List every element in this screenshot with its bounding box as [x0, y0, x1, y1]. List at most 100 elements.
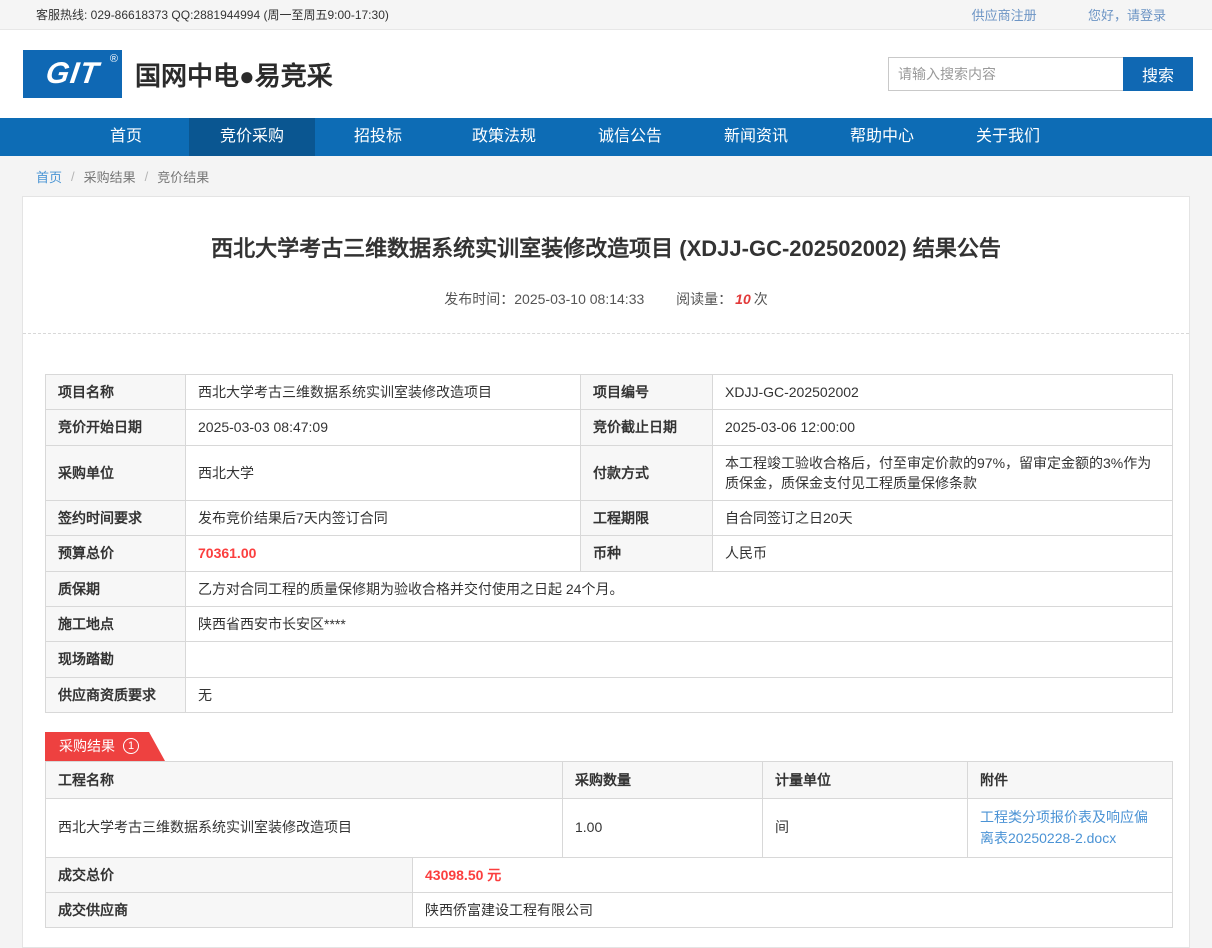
project-duration-label: 工程期限 [581, 501, 713, 536]
table-row: 竞价开始日期 2025-03-03 08:47:09 竞价截止日期 2025-0… [46, 410, 1173, 445]
view-count-label: 阅读量： [676, 291, 732, 307]
logo-text: GIT [44, 57, 102, 91]
table-row: 供应商资质要求 无 [46, 677, 1173, 712]
table-row: 施工地点 陕西省西安市长安区**** [46, 607, 1173, 642]
page-title: 西北大学考古三维数据系统实训室装修改造项目 (XDJJ-GC-202502002… [83, 231, 1129, 263]
git-logo-icon: GIT ® [23, 50, 122, 98]
construction-site-value: 陕西省西安市长安区**** [186, 607, 1173, 642]
breadcrumb: 首页 / 采购结果 / 竞价结果 [0, 156, 1212, 196]
breadcrumb-separator: / [71, 169, 75, 184]
currency-label: 币种 [581, 536, 713, 571]
result-unit: 间 [763, 798, 968, 857]
result-count-badge: 1 [123, 738, 139, 754]
bid-start-label: 竞价开始日期 [46, 410, 186, 445]
table-row: 项目名称 西北大学考古三维数据系统实训室装修改造项目 项目编号 XDJJ-GC-… [46, 375, 1173, 410]
search-bar: 搜索 [888, 57, 1193, 91]
site-header: GIT ® 国网中电●易竞采 搜索 [0, 30, 1212, 118]
site-logo[interactable]: GIT ® 国网中电●易竞采 [23, 50, 333, 98]
nav-item-home[interactable]: 首页 [63, 118, 189, 156]
signing-time-label: 签约时间要求 [46, 501, 186, 536]
view-count: 阅读量：10次 [676, 291, 768, 307]
project-details-table: 项目名称 西北大学考古三维数据系统实训室装修改造项目 项目编号 XDJJ-GC-… [45, 374, 1173, 713]
nav-item-about-us[interactable]: 关于我们 [945, 118, 1071, 156]
purchaser-value: 西北大学 [186, 445, 581, 501]
attachment-link[interactable]: 工程类分项报价表及响应偏离表20250228-2.docx [980, 809, 1148, 846]
result-section-header: 采购结果 1 [45, 732, 1189, 761]
warranty-period-value: 乙方对合同工程的质量保修期为验收合格并交付使用之日起 24个月。 [186, 571, 1173, 606]
purchaser-label: 采购单位 [46, 445, 186, 501]
col-header-project-name: 工程名称 [46, 761, 563, 798]
col-header-attachment: 附件 [968, 761, 1173, 798]
nav-item-tendering[interactable]: 招投标 [315, 118, 441, 156]
project-name-label: 项目名称 [46, 375, 186, 410]
table-row: 成交总价 43098.50 元 [46, 857, 1173, 892]
nav-item-bidding-purchase[interactable]: 竞价采购 [189, 118, 315, 156]
registered-mark-icon: ® [110, 53, 118, 65]
col-header-unit: 计量单位 [763, 761, 968, 798]
breadcrumb-home[interactable]: 首页 [36, 167, 62, 186]
construction-site-label: 施工地点 [46, 607, 186, 642]
supplier-qualification-value: 无 [186, 677, 1173, 712]
nav-item-integrity-notices[interactable]: 诚信公告 [567, 118, 693, 156]
hotline-text: 客服热线: 029-86618373 QQ:2881944994 (周一至周五9… [36, 6, 389, 23]
signing-time-value: 发布竞价结果后7天内签订合同 [186, 501, 581, 536]
nav-item-help-center[interactable]: 帮助中心 [819, 118, 945, 156]
article-meta: 发布时间：2025-03-10 08:14:33 阅读量：10次 [23, 289, 1189, 309]
brand-title: 国网中电●易竞采 [135, 56, 333, 93]
table-row: 采购单位 西北大学 付款方式 本工程竣工验收合格后，付至审定价款的97%，留审定… [46, 445, 1173, 501]
project-code-value: XDJJ-GC-202502002 [713, 375, 1173, 410]
table-row: 预算总价 70361.00 币种 人民币 [46, 536, 1173, 571]
site-visit-label: 现场踏勘 [46, 642, 186, 677]
main-nav: 首页 竞价采购 招投标 政策法规 诚信公告 新闻资讯 帮助中心 关于我们 [0, 118, 1212, 156]
publish-time: 发布时间：2025-03-10 08:14:33 [444, 291, 644, 307]
supplier-qualification-label: 供应商资质要求 [46, 677, 186, 712]
supplier-register-link[interactable]: 供应商注册 [972, 8, 1037, 23]
project-duration-value: 自合同签订之日20天 [713, 501, 1173, 536]
topbar-links: 供应商注册 您好，请登录 [924, 5, 1166, 24]
view-count-unit: 次 [754, 291, 768, 307]
table-row: 签约时间要求 发布竞价结果后7天内签订合同 工程期限 自合同签订之日20天 [46, 501, 1173, 536]
topbar: 客服热线: 029-86618373 QQ:2881944994 (周一至周五9… [0, 0, 1212, 30]
project-code-label: 项目编号 [581, 375, 713, 410]
bid-deadline-label: 竞价截止日期 [581, 410, 713, 445]
result-quantity: 1.00 [563, 798, 763, 857]
currency-value: 人民币 [713, 536, 1173, 571]
breadcrumb-separator: / [145, 169, 149, 184]
table-header-row: 工程名称 采购数量 计量单位 附件 [46, 761, 1173, 798]
table-row: 质保期 乙方对合同工程的质量保修期为验收合格并交付使用之日起 24个月。 [46, 571, 1173, 606]
table-row: 现场踏勘 [46, 642, 1173, 677]
purchase-result-table: 工程名称 采购数量 计量单位 附件 西北大学考古三维数据系统实训室装修改造项目 … [45, 761, 1173, 858]
deal-summary-table: 成交总价 43098.50 元 成交供应商 陕西侨富建设工程有限公司 [45, 857, 1173, 928]
breadcrumb-purchase-results[interactable]: 采购结果 [84, 167, 136, 186]
login-link[interactable]: 您好，请登录 [1088, 8, 1166, 23]
deal-supplier-label: 成交供应商 [46, 892, 413, 927]
breadcrumb-current: 竞价结果 [157, 167, 209, 186]
nav-item-news[interactable]: 新闻资讯 [693, 118, 819, 156]
deal-total-value: 43098.50 元 [413, 857, 1173, 892]
nav-item-policies[interactable]: 政策法规 [441, 118, 567, 156]
search-button[interactable]: 搜索 [1123, 57, 1193, 91]
deal-supplier-value: 陕西侨富建设工程有限公司 [413, 892, 1173, 927]
deal-total-label: 成交总价 [46, 857, 413, 892]
budget-total-value: 70361.00 [186, 536, 581, 571]
project-name-value: 西北大学考古三维数据系统实训室装修改造项目 [186, 375, 581, 410]
payment-method-value: 本工程竣工验收合格后，付至审定价款的97%，留审定金额的3%作为质保金，质保金支… [713, 445, 1173, 501]
view-count-value: 10 [735, 291, 751, 307]
nav-items: 首页 竞价采购 招投标 政策法规 诚信公告 新闻资讯 帮助中心 关于我们 [0, 118, 1212, 156]
budget-total-label: 预算总价 [46, 536, 186, 571]
purchase-result-tag-label: 采购结果 [59, 736, 115, 756]
divider [23, 333, 1189, 334]
search-input[interactable] [888, 57, 1123, 91]
purchase-result-tag: 采购结果 1 [45, 732, 165, 761]
bid-deadline-value: 2025-03-06 12:00:00 [713, 410, 1173, 445]
publish-time-value: 2025-03-10 08:14:33 [514, 291, 644, 307]
bid-start-value: 2025-03-03 08:47:09 [186, 410, 581, 445]
announcement-card: 西北大学考古三维数据系统实训室装修改造项目 (XDJJ-GC-202502002… [22, 196, 1190, 948]
result-project-name: 西北大学考古三维数据系统实训室装修改造项目 [46, 798, 563, 857]
warranty-period-label: 质保期 [46, 571, 186, 606]
table-row: 西北大学考古三维数据系统实训室装修改造项目 1.00 间 工程类分项报价表及响应… [46, 798, 1173, 857]
payment-method-label: 付款方式 [581, 445, 713, 501]
site-visit-value [186, 642, 1173, 677]
publish-time-label: 发布时间： [444, 291, 514, 307]
table-row: 成交供应商 陕西侨富建设工程有限公司 [46, 892, 1173, 927]
